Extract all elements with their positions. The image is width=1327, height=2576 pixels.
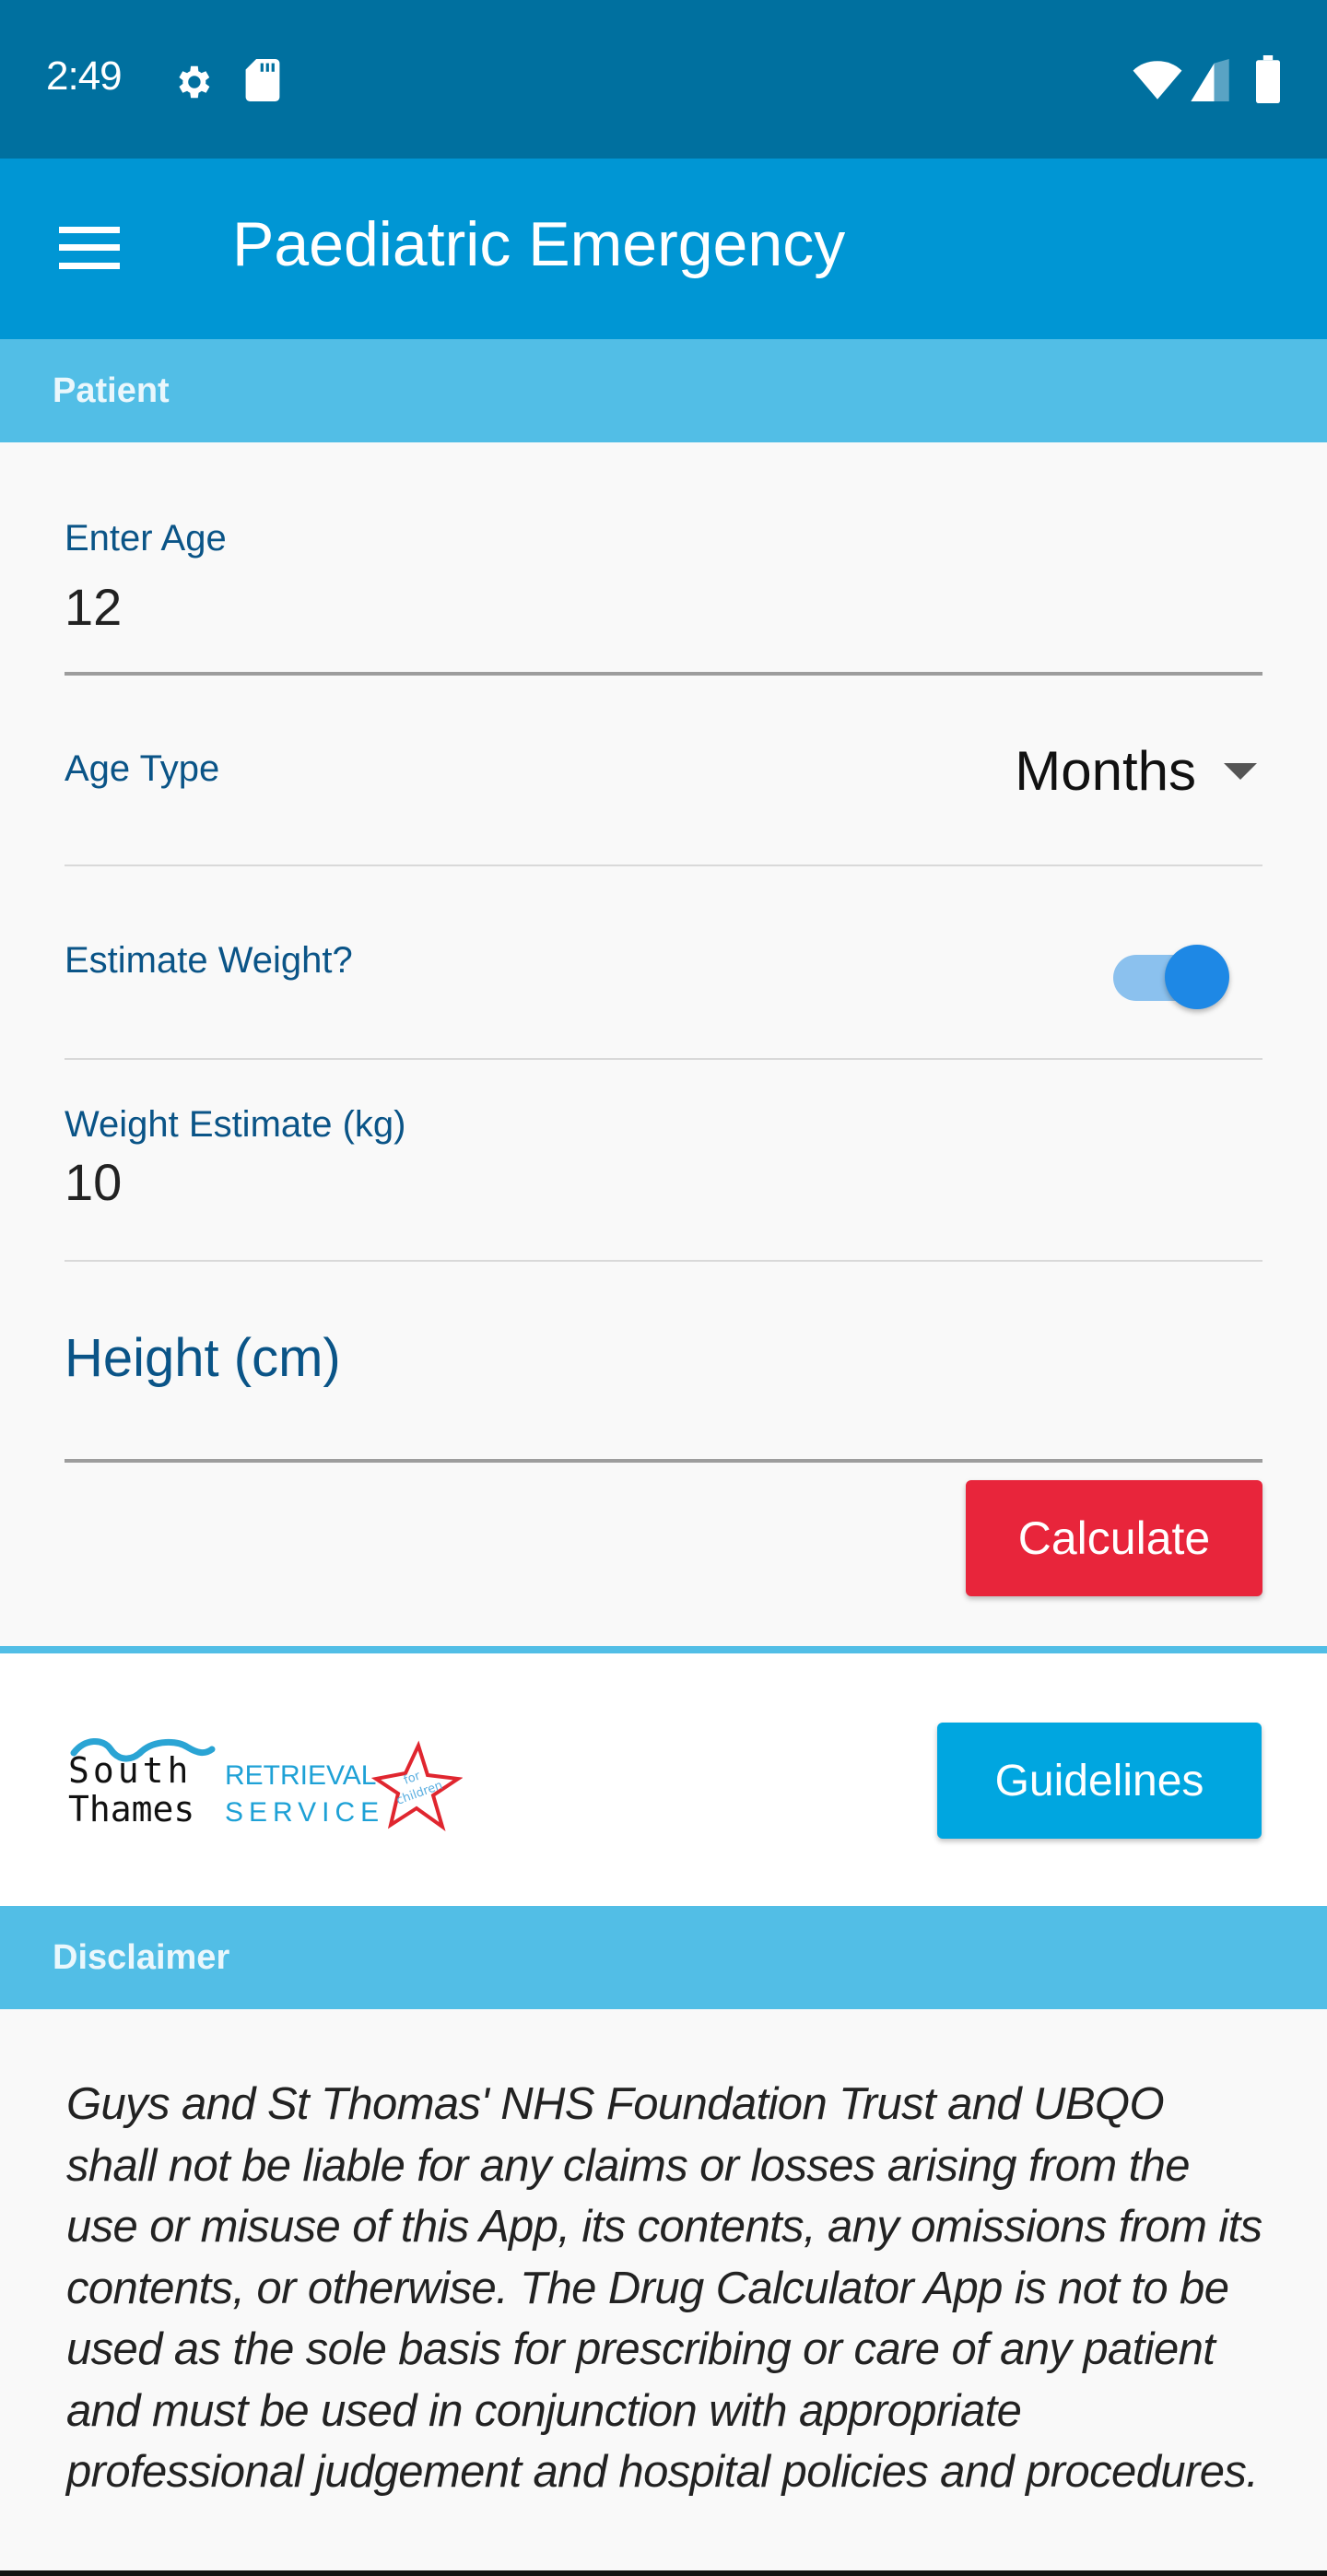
battery-icon <box>1256 55 1280 103</box>
calculate-button[interactable]: Calculate <box>966 1480 1262 1596</box>
section-header-patient: Patient <box>0 339 1327 442</box>
height-placeholder: Height (cm) <box>65 1328 341 1388</box>
south-thames-retrieval-service-logo: South Thames RETRIEVAL SERVICE for child… <box>68 1738 463 1831</box>
age-label: Enter Age <box>65 518 227 559</box>
weight-estimate-underline <box>65 1260 1262 1262</box>
logo-retrieval: RETRIEVAL <box>225 1760 377 1791</box>
hamburger-menu-icon <box>59 227 120 269</box>
section-divider <box>0 1646 1327 1653</box>
menu-button[interactable] <box>48 206 131 289</box>
weight-estimate-label: Weight Estimate (kg) <box>65 1104 406 1145</box>
height-input[interactable]: Height (cm) <box>65 1327 1262 1429</box>
age-type-label: Age Type <box>65 748 220 789</box>
wifi-icon <box>1133 61 1182 100</box>
estimate-weight-toggle[interactable] <box>1113 929 1231 1009</box>
status-bar: 2:49 <box>0 0 1327 159</box>
disclaimer-text: Guys and St Thomas' NHS Foundation Trust… <box>66 2079 1262 2497</box>
sd-card-icon <box>245 59 280 101</box>
logo-service: SERVICE <box>225 1797 384 1828</box>
page-title: Paediatric Emergency <box>232 209 846 279</box>
estimate-weight-label: Estimate Weight? <box>65 940 353 981</box>
logo-thames: Thames <box>68 1789 194 1829</box>
age-underline <box>65 672 1262 676</box>
estimate-weight-underline <box>65 1058 1262 1060</box>
age-input[interactable] <box>65 562 1262 651</box>
cell-signal-icon <box>1191 59 1229 101</box>
disclaimer-area: Guys and St Thomas' NHS Foundation Trust… <box>0 2009 1327 2576</box>
toggle-thumb <box>1165 945 1229 1009</box>
bottom-edge <box>0 2570 1327 2576</box>
status-time: 2:49 <box>46 53 123 99</box>
guidelines-button[interactable]: Guidelines <box>937 1723 1262 1839</box>
logo-south: South <box>68 1750 192 1791</box>
logo-area: South Thames RETRIEVAL SERVICE for child… <box>0 1653 1327 1906</box>
app-bar: Paediatric Emergency <box>0 159 1327 339</box>
weight-estimate-value: 10 <box>65 1153 123 1211</box>
section-header-disclaimer: Disclaimer <box>0 1906 1327 2009</box>
height-underline <box>65 1459 1262 1463</box>
gear-icon <box>179 65 210 99</box>
age-type-select[interactable]: Months <box>1015 739 1257 803</box>
patient-form: Enter Age Age Type Months Estimate Weigh… <box>0 442 1327 1646</box>
dropdown-caret-icon <box>1224 762 1257 780</box>
age-type-value: Months <box>1015 740 1196 802</box>
age-type-underline <box>65 865 1262 866</box>
